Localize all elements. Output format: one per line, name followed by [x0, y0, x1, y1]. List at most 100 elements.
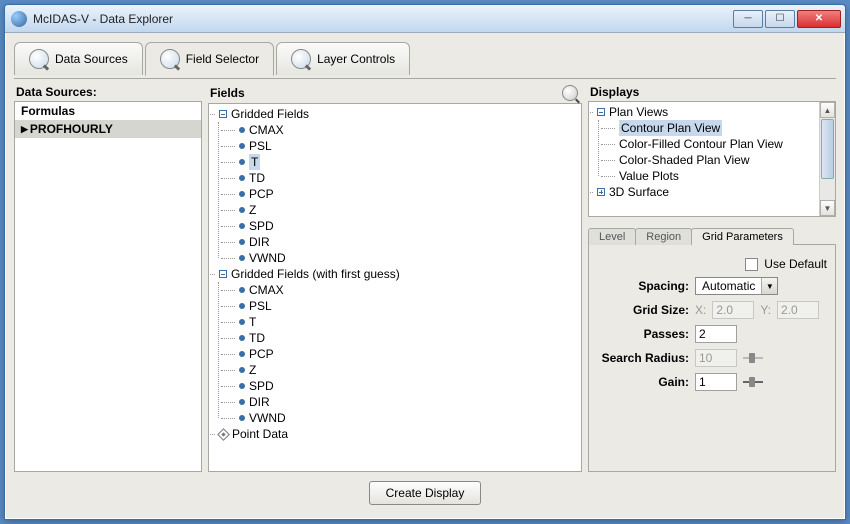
- tree-leaf[interactable]: PCP: [235, 346, 581, 362]
- display-item[interactable]: Value Plots: [615, 168, 819, 184]
- tree-group[interactable]: Point Data: [209, 426, 581, 442]
- tab-layer-controls[interactable]: Layer Controls: [276, 42, 410, 75]
- data-sources-panel: Data Sources: Formulas ▶ PROFHOURLY: [14, 83, 202, 472]
- tree-leaf[interactable]: VWND: [235, 250, 581, 266]
- displays-tree[interactable]: Plan Views Contour Plan View Color-Fille…: [589, 102, 819, 216]
- expand-icon[interactable]: [597, 188, 605, 196]
- field-icon: [239, 415, 245, 421]
- grid-x-label: X:: [695, 303, 706, 317]
- tab-field-selector[interactable]: Field Selector: [145, 42, 274, 76]
- maximize-button[interactable]: ☐: [765, 10, 795, 28]
- grid-size-label: Grid Size:: [597, 303, 689, 317]
- scroll-up-icon[interactable]: ▲: [820, 102, 835, 118]
- tree-leaf[interactable]: SPD: [235, 378, 581, 394]
- use-default-checkbox[interactable]: [745, 258, 758, 271]
- tab-grid-parameters[interactable]: Grid Parameters: [691, 228, 794, 245]
- tree-leaf[interactable]: DIR: [235, 394, 581, 410]
- fields-label: Fields: [210, 86, 562, 100]
- tree-leaf[interactable]: TD: [235, 170, 581, 186]
- field-icon: [239, 399, 245, 405]
- field-icon: [239, 383, 245, 389]
- passes-field[interactable]: [695, 325, 737, 343]
- gain-label: Gain:: [597, 375, 689, 389]
- param-tabs: Level Region Grid Parameters: [588, 227, 836, 245]
- grid-x-field[interactable]: [712, 301, 754, 319]
- field-icon: [239, 175, 245, 181]
- field-icon: [239, 287, 245, 293]
- field-icon: [239, 367, 245, 373]
- display-item[interactable]: Color-Shaded Plan View: [615, 152, 819, 168]
- field-icon: [239, 207, 245, 213]
- tree-leaf[interactable]: VWND: [235, 410, 581, 426]
- data-source-item[interactable]: Formulas: [15, 102, 201, 120]
- field-icon: [239, 303, 245, 309]
- tree-leaf[interactable]: T: [235, 314, 581, 330]
- tree-leaf[interactable]: Z: [235, 202, 581, 218]
- data-sources-label: Data Sources:: [14, 83, 202, 101]
- tree-group[interactable]: Plan Views: [589, 104, 819, 120]
- tree-leaf[interactable]: Z: [235, 362, 581, 378]
- use-default-label: Use Default: [764, 257, 827, 271]
- grid-parameters-panel: Use Default Spacing: Automatic ▼ Grid Si…: [588, 245, 836, 472]
- search-radius-field[interactable]: [695, 349, 737, 367]
- spacing-label: Spacing:: [597, 279, 689, 293]
- field-icon: [239, 335, 245, 341]
- magnifier-icon: [29, 49, 49, 69]
- field-icon: [239, 239, 245, 245]
- tree-group[interactable]: Gridded Fields: [209, 106, 581, 122]
- scroll-down-icon[interactable]: ▼: [820, 200, 835, 216]
- data-source-item[interactable]: ▶ PROFHOURLY: [15, 120, 201, 138]
- window-title: McIDAS-V - Data Explorer: [33, 12, 733, 26]
- field-icon: [239, 351, 245, 357]
- chevron-down-icon[interactable]: ▼: [761, 278, 777, 294]
- tree-leaf[interactable]: CMAX: [235, 122, 581, 138]
- grid-y-field[interactable]: [777, 301, 819, 319]
- field-icon: [239, 191, 245, 197]
- collapse-icon[interactable]: [597, 108, 605, 116]
- scrollbar[interactable]: ▲ ▼: [819, 102, 835, 216]
- field-icon: [239, 255, 245, 261]
- display-item[interactable]: Contour Plan View: [615, 120, 819, 136]
- field-icon: [239, 223, 245, 229]
- passes-label: Passes:: [597, 327, 689, 341]
- tab-region[interactable]: Region: [635, 228, 692, 245]
- tree-group[interactable]: 3D Surface: [589, 184, 819, 200]
- tree-leaf[interactable]: DIR: [235, 234, 581, 250]
- field-icon: [239, 319, 245, 325]
- titlebar[interactable]: McIDAS-V - Data Explorer ─ ☐ ✕: [5, 5, 845, 33]
- magnifier-icon: [160, 49, 180, 69]
- gain-field[interactable]: [695, 373, 737, 391]
- slider-icon[interactable]: [743, 377, 763, 387]
- slider-icon[interactable]: [743, 353, 763, 363]
- display-item[interactable]: Color-Filled Contour Plan View: [615, 136, 819, 152]
- spacing-combo[interactable]: Automatic ▼: [695, 277, 778, 295]
- fields-tree[interactable]: Gridded Fields CMAX PSL T TD PCP Z SPD D…: [208, 103, 582, 472]
- tab-level[interactable]: Level: [588, 228, 636, 245]
- client-area: Data Sources Field Selector Layer Contro…: [5, 33, 845, 519]
- field-icon: [239, 127, 245, 133]
- search-icon[interactable]: [562, 85, 578, 101]
- field-icon: [239, 143, 245, 149]
- tree-leaf[interactable]: PSL: [235, 138, 581, 154]
- collapse-icon[interactable]: [219, 270, 227, 278]
- tree-leaf[interactable]: PCP: [235, 186, 581, 202]
- close-button[interactable]: ✕: [797, 10, 841, 28]
- data-sources-list[interactable]: Formulas ▶ PROFHOURLY: [14, 101, 202, 472]
- grid-y-label: Y:: [760, 303, 771, 317]
- create-display-button[interactable]: Create Display: [369, 481, 482, 505]
- displays-panel: Displays Plan Views Contour Plan View Co…: [588, 83, 836, 472]
- collapse-icon[interactable]: [219, 110, 227, 118]
- scroll-thumb[interactable]: [821, 119, 834, 179]
- point-data-icon: [217, 428, 230, 441]
- tree-leaf[interactable]: TD: [235, 330, 581, 346]
- tree-leaf[interactable]: PSL: [235, 298, 581, 314]
- minimize-button[interactable]: ─: [733, 10, 763, 28]
- fields-panel: Fields Gridded Fields CMAX PSL T TD PCP: [208, 83, 582, 472]
- tree-leaf[interactable]: T: [235, 154, 581, 170]
- tree-leaf[interactable]: CMAX: [235, 282, 581, 298]
- app-icon: [11, 11, 27, 27]
- tree-leaf[interactable]: SPD: [235, 218, 581, 234]
- tree-group[interactable]: Gridded Fields (with first guess): [209, 266, 581, 282]
- search-radius-label: Search Radius:: [597, 351, 689, 365]
- tab-data-sources[interactable]: Data Sources: [14, 42, 143, 75]
